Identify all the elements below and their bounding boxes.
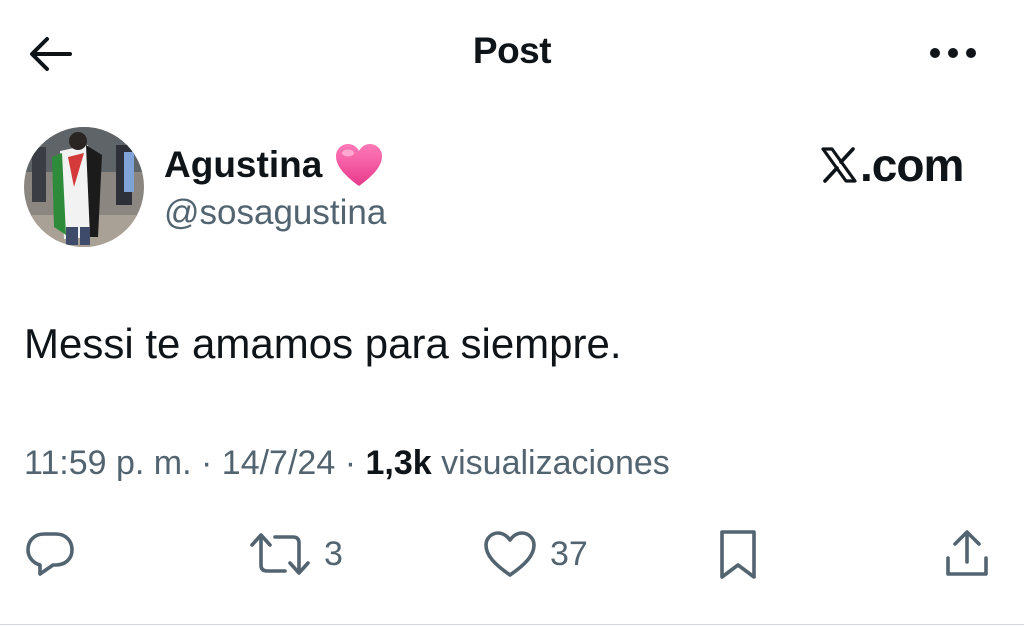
share-icon xyxy=(946,530,988,576)
tweet-date[interactable]: 14/7/24 xyxy=(222,444,335,482)
avatar-photo xyxy=(24,127,144,247)
like-button[interactable]: 37 xyxy=(482,522,588,586)
more-horizontal-icon xyxy=(930,48,976,58)
retweet-icon xyxy=(250,533,310,575)
repost-button[interactable]: 3 xyxy=(248,522,343,586)
views-label: visualizaciones xyxy=(431,444,670,482)
bookmark-icon xyxy=(720,530,756,579)
action-bar: 3 37 xyxy=(0,522,1024,586)
meta-separator: · xyxy=(335,444,366,482)
tweet-time[interactable]: 11:59 p. m. xyxy=(24,444,192,482)
more-options-button[interactable] xyxy=(926,38,980,68)
heart-icon xyxy=(484,531,536,577)
views-count[interactable]: 1,3k xyxy=(365,444,431,482)
tweet-text: Messi te amamos para siempre. xyxy=(24,320,622,367)
author-name-text: Agustina xyxy=(164,144,323,185)
watermark-text: .com xyxy=(860,139,964,191)
author-handle[interactable]: @sosagustina xyxy=(164,193,386,233)
x-logo-icon xyxy=(821,147,857,183)
meta-separator: · xyxy=(191,444,222,482)
x-com-watermark: .com xyxy=(820,138,964,192)
reply-icon xyxy=(26,532,74,576)
post-header: Post xyxy=(0,0,1024,110)
divider xyxy=(0,624,1024,625)
reply-button[interactable] xyxy=(24,522,76,586)
tweet-meta: 11:59 p. m. · 14/7/24 · 1,3k visualizaci… xyxy=(24,444,670,483)
bookmark-button[interactable] xyxy=(714,522,762,586)
page-title: Post xyxy=(472,30,552,71)
repost-count: 3 xyxy=(324,534,343,573)
avatar[interactable] xyxy=(24,127,144,247)
like-count: 37 xyxy=(550,534,588,573)
author-display-name[interactable]: Agustina xyxy=(164,142,384,188)
pink-heart-emoji xyxy=(336,144,383,186)
share-button[interactable] xyxy=(942,522,992,586)
